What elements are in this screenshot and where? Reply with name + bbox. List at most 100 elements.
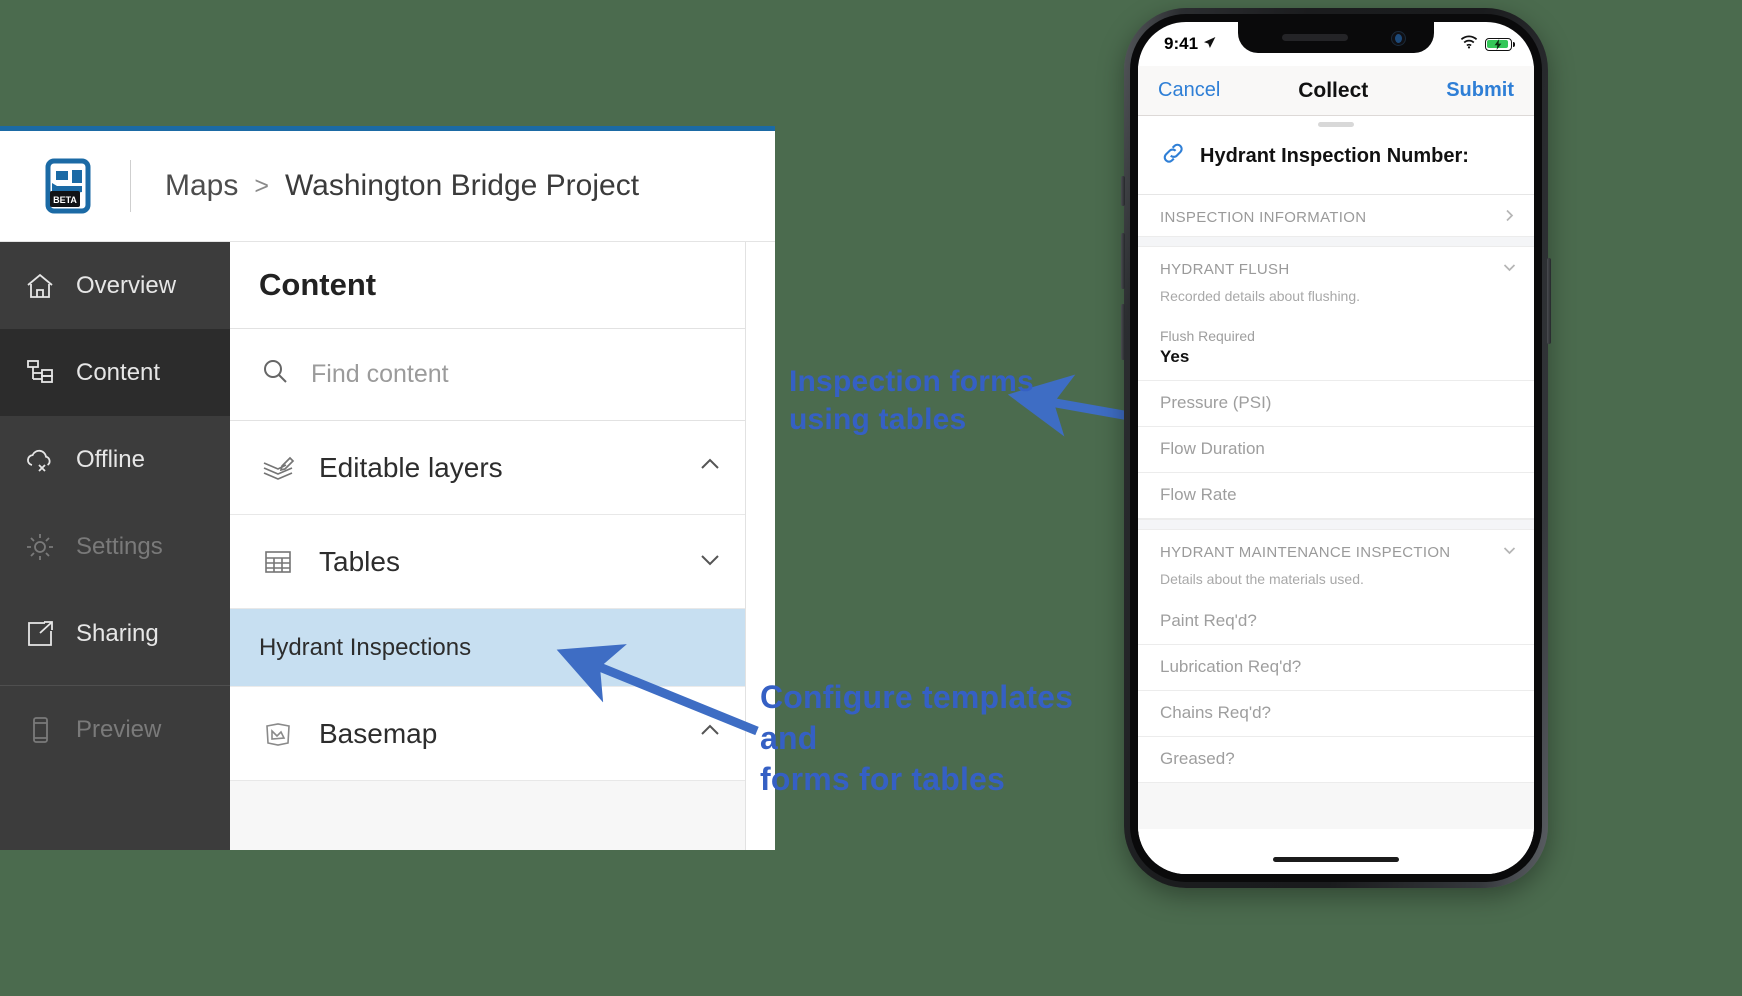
form-field-paint-reqd[interactable]: Paint Req'd? — [1138, 599, 1534, 645]
field-label: Paint Req'd? — [1160, 611, 1257, 630]
field-label: Pressure (PSI) — [1160, 393, 1272, 412]
svg-text:BETA: BETA — [53, 195, 77, 205]
form-title: Hydrant Inspection Number: — [1200, 144, 1469, 167]
section-divider — [1138, 236, 1534, 247]
home-indicator[interactable] — [1273, 857, 1399, 862]
field-label: Greased? — [1160, 749, 1235, 768]
list-item-hydrant-inspections[interactable]: Hydrant Inspections — [230, 609, 745, 687]
wifi-icon — [1460, 34, 1478, 54]
search-icon — [259, 356, 291, 393]
share-icon — [22, 616, 58, 652]
content-tree-icon — [22, 355, 58, 391]
field-label: Flush Required — [1160, 328, 1255, 344]
app-header: BETA Maps > Washington Bridge Project — [0, 131, 775, 242]
table-icon — [259, 543, 297, 581]
cloud-offline-icon — [22, 442, 58, 478]
mobile-phone-icon — [22, 712, 58, 748]
phone-volume-down-button — [1121, 304, 1125, 360]
home-indicator-area — [1138, 783, 1534, 829]
status-time: 9:41 — [1164, 34, 1199, 53]
chevron-down-icon[interactable] — [697, 546, 723, 578]
content-group-label: Basemap — [319, 717, 438, 749]
page-title: Content — [230, 242, 745, 329]
battery-charging-icon — [1485, 37, 1515, 51]
section-label: HYDRANT FLUSH — [1160, 261, 1290, 278]
phone-volume-up-button — [1121, 233, 1125, 289]
breadcrumb: Maps > Washington Bridge Project — [165, 169, 639, 203]
form-field-flush-required[interactable]: Flush Required Yes — [1138, 316, 1534, 381]
sidebar-item-label: Preview — [76, 715, 162, 743]
content-group-tables[interactable]: Tables — [230, 515, 745, 609]
home-icon — [22, 268, 58, 304]
form-field-lubrication-reqd[interactable]: Lubrication Req'd? — [1138, 645, 1534, 691]
cancel-button[interactable]: Cancel — [1158, 79, 1220, 102]
form-field-greased[interactable]: Greased? — [1138, 737, 1534, 783]
sidebar-item-overview[interactable]: Overview — [0, 242, 230, 329]
annotation-configure-templates: Configure templates and forms for tables — [760, 679, 1074, 797]
annotation-inspection-forms: Inspection forms using tables — [789, 365, 1034, 437]
content-group-label: Tables — [319, 545, 400, 577]
breadcrumb-root[interactable]: Maps — [165, 169, 238, 203]
sidebar-item-label: Settings — [76, 532, 163, 560]
form-field-pressure-psi[interactable]: Pressure (PSI) — [1138, 381, 1534, 427]
chevron-down-icon[interactable] — [1503, 544, 1516, 561]
search-bar[interactable] — [230, 329, 745, 421]
content-group-basemap[interactable]: Basemap — [230, 687, 745, 781]
chevron-right-icon[interactable] — [1503, 209, 1516, 226]
form-section-hydrant-maintenance-inspection[interactable]: HYDRANT MAINTENANCE INSPECTION — [1138, 530, 1534, 571]
sidebar-item-content[interactable]: Content — [0, 329, 230, 416]
chevron-up-icon[interactable] — [697, 452, 723, 484]
sidebar-item-label: Overview — [76, 271, 177, 299]
chevron-down-icon[interactable] — [1503, 261, 1516, 278]
field-label: Chains Req'd? — [1160, 703, 1271, 722]
sheet-grabber[interactable] — [1138, 116, 1534, 132]
search-input[interactable] — [309, 359, 643, 390]
form-header: Hydrant Inspection Number: — [1138, 132, 1534, 195]
app-body: Overview Content Offline Settings Sharin… — [0, 242, 775, 850]
sidebar-item-label: Content — [76, 358, 161, 386]
sidebar-item-offline[interactable]: Offline — [0, 416, 230, 503]
section-label: INSPECTION INFORMATION — [1160, 209, 1367, 226]
sidebar-item-preview: Preview — [0, 686, 230, 773]
content-panel-footer — [230, 781, 745, 850]
section-description: Recorded details about flushing. — [1160, 288, 1361, 304]
header-divider — [130, 160, 131, 212]
content-group-label: Editable layers — [319, 451, 503, 483]
sidebar-filler — [0, 773, 230, 850]
phone-mute-switch — [1121, 176, 1125, 206]
form-field-flow-duration[interactable]: Flow Duration — [1138, 427, 1534, 473]
earpiece-speaker — [1282, 34, 1348, 41]
link-icon — [1160, 140, 1187, 172]
breadcrumb-separator: > — [254, 171, 269, 200]
front-camera-icon — [1391, 31, 1406, 46]
phone-mockup: 9:41 Cancel Collect Submit Hydrant Inspe… — [1121, 8, 1551, 888]
field-label: Flow Duration — [1160, 439, 1265, 458]
status-bar-right — [1460, 34, 1515, 54]
collect-form-sheet: Hydrant Inspection Number: INSPECTION IN… — [1138, 116, 1534, 874]
section-label: HYDRANT MAINTENANCE INSPECTION — [1160, 544, 1451, 561]
field-value: Yes — [1160, 347, 1190, 366]
submit-button[interactable]: Submit — [1446, 79, 1514, 102]
basemap-icon — [259, 715, 297, 753]
sidebar-item-settings: Settings — [0, 503, 230, 590]
section-description: Details about the materials used. — [1160, 571, 1364, 587]
gear-icon — [22, 529, 58, 565]
content-column: Content Find content Editable layers Tab… — [230, 242, 775, 850]
chevron-up-icon[interactable] — [697, 718, 723, 750]
form-field-chains-reqd[interactable]: Chains Req'd? — [1138, 691, 1534, 737]
content-panel: Content Find content Editable layers Tab… — [230, 242, 746, 850]
form-field-flow-rate[interactable]: Flow Rate — [1138, 473, 1534, 519]
sidebar: Overview Content Offline Settings Sharin… — [0, 242, 230, 850]
breadcrumb-current: Washington Bridge Project — [284, 169, 640, 202]
sidebar-item-label: Sharing — [76, 619, 159, 647]
content-group-editable-layers[interactable]: Editable layers — [230, 421, 745, 515]
phone-power-button — [1547, 258, 1551, 344]
form-section-hydrant-flush[interactable]: HYDRANT FLUSH — [1138, 247, 1534, 288]
nav-bar: Cancel Collect Submit — [1138, 66, 1534, 116]
status-bar-left: 9:41 — [1164, 34, 1216, 54]
editable-layers-icon — [259, 449, 297, 487]
section-divider — [1138, 519, 1534, 530]
sidebar-item-sharing[interactable]: Sharing — [0, 590, 230, 677]
location-arrow-icon — [1203, 34, 1216, 54]
form-section-inspection-information[interactable]: INSPECTION INFORMATION — [1138, 195, 1534, 236]
